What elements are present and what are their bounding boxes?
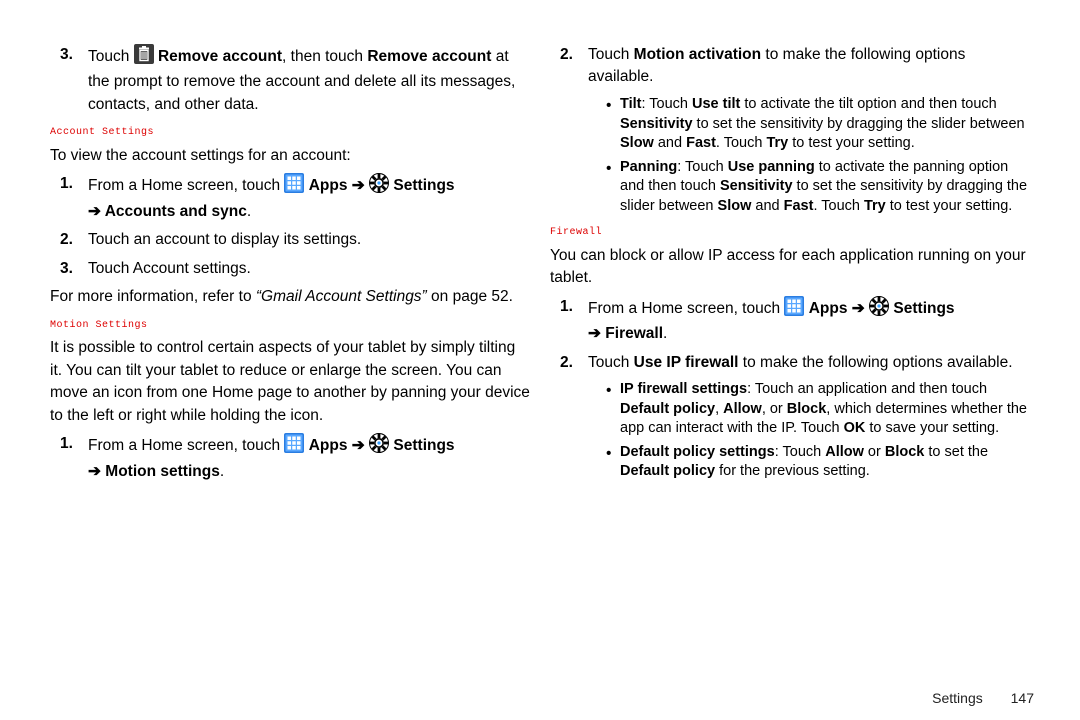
section-heading-motion: Motion Settings: [50, 319, 530, 334]
bullet-item: • Default policy settings: Touch Allow o…: [606, 443, 1030, 482]
list-item: 3. Touch Remove account, then touch Remo…: [60, 44, 530, 116]
page-body: 3. Touch Remove account, then touch Remo…: [0, 0, 1080, 680]
item-number: 3.: [60, 44, 88, 116]
page-footer: Settings 147: [932, 690, 1034, 706]
page-number: 147: [1011, 690, 1034, 706]
right-column: 2. Touch Motion activation to make the f…: [540, 40, 1040, 680]
list-item: 2. Touch an account to display its setti…: [60, 229, 530, 251]
bullet-item: • Tilt: Touch Use tilt to activate the t…: [606, 95, 1030, 154]
trash-icon: [134, 44, 154, 71]
gear-icon: [369, 433, 389, 460]
section-heading-account: Account Settings: [50, 126, 530, 141]
paragraph: To view the account settings for an acco…: [50, 145, 530, 167]
paragraph: For more information, refer to “Gmail Ac…: [50, 286, 530, 308]
item-number: 1.: [60, 433, 88, 483]
paragraph: It is possible to control certain aspect…: [50, 337, 530, 427]
list-item: 1. From a Home screen, touch Apps ➔ Sett…: [60, 433, 530, 483]
item-number: 2.: [560, 352, 588, 374]
item-number: 2.: [60, 229, 88, 251]
list-item: 2. Touch Motion activation to make the f…: [560, 44, 1030, 89]
list-item: 2. Touch Use IP firewall to make the fol…: [560, 352, 1030, 374]
list-item: 1. From a Home screen, touch Apps ➔ Sett…: [560, 296, 1030, 346]
bullet-item: • Panning: Touch Use panning to activate…: [606, 158, 1030, 217]
item-number: 2.: [560, 44, 588, 89]
item-number: 1.: [60, 173, 88, 223]
gear-icon: [869, 296, 889, 323]
list-item: 1. From a Home screen, touch Apps ➔ Sett…: [60, 173, 530, 223]
apps-icon: [284, 173, 304, 200]
apps-icon: [284, 433, 304, 460]
item-number: 1.: [560, 296, 588, 346]
footer-section: Settings: [932, 690, 983, 706]
gear-icon: [369, 173, 389, 200]
left-column: 3. Touch Remove account, then touch Remo…: [40, 40, 540, 680]
list-item: 3. Touch Account settings.: [60, 258, 530, 280]
paragraph: You can block or allow IP access for eac…: [550, 245, 1030, 290]
bullet-item: • IP firewall settings: Touch an applica…: [606, 380, 1030, 439]
item-number: 3.: [60, 258, 88, 280]
section-heading-firewall: Firewall: [550, 226, 1030, 241]
apps-icon: [784, 296, 804, 323]
